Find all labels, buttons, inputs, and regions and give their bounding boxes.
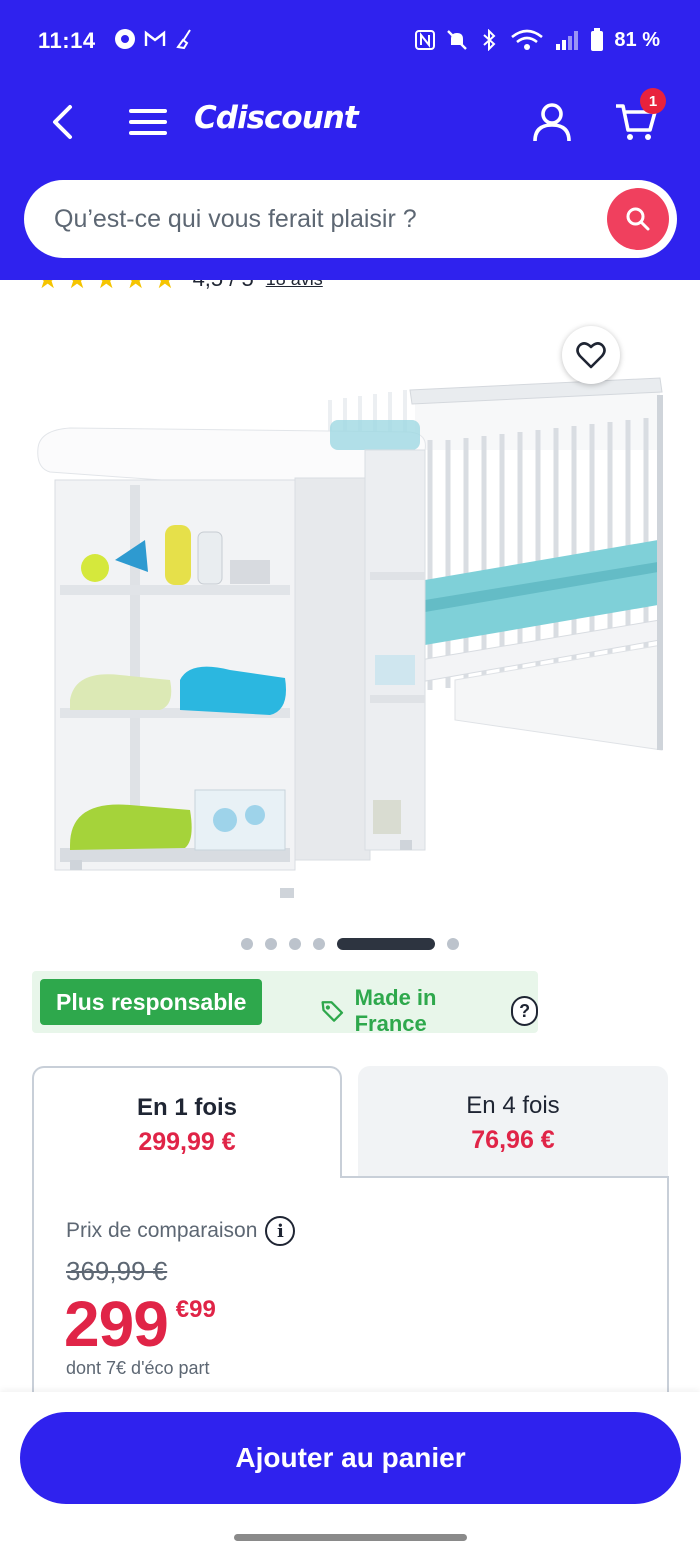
pagination-dot[interactable] [447,938,459,950]
user-icon [533,103,571,142]
tab-pay-once-label: En 1 fois [136,1094,238,1121]
comparison-price-label: Prix de comparaison i [66,1216,296,1246]
bottom-action-bar: Ajouter au panier [0,1392,700,1556]
nav-bar: Cdiscount 1 [0,88,700,160]
add-to-cart-button[interactable]: Ajouter au panier [20,1412,681,1504]
mute-icon [447,30,468,50]
chevron-left-icon [53,105,72,139]
gmail-icon [144,30,166,46]
made-in-france-text: Made in France [354,985,437,1036]
pagination-dot[interactable] [265,938,277,950]
battery-icon [591,28,604,51]
pagination-dot[interactable] [241,938,253,950]
made-in-france-label: Made in France ? [320,985,538,1037]
tab-pay-4x-price: 76,96 € [471,1126,555,1154]
price-integer: 299 [64,1288,169,1360]
cart-count-badge: 1 [640,88,666,114]
info-icon[interactable]: i [265,1216,296,1246]
heart-icon [576,342,606,369]
eco-participation: dont 7€ d'éco part [66,1358,210,1378]
favorite-button[interactable] [562,326,620,384]
current-price: 299 €99 [64,1288,216,1360]
search-bar [24,180,677,258]
app-header: 11:14 81 % Cdiscount 1 Qu’est-ce qui vou… [0,0,700,280]
account-button[interactable] [528,98,576,146]
nfc-icon [415,30,436,50]
home-indicator[interactable] [234,1534,467,1541]
tag-icon [321,1001,344,1022]
battery-level: 81 % [614,28,660,51]
tab-pay-once-price: 299,99 € [138,1128,236,1156]
price-panel: Prix de comparaison i 369,99 € 299 €99 d… [32,1176,669,1406]
tab-pay-4x-label: En 4 fois [466,1092,560,1119]
help-icon[interactable]: ? [511,996,538,1026]
product-image[interactable] [30,300,680,920]
menu-button[interactable] [124,98,172,146]
comparison-label-text: Prix de comparaison [66,1219,258,1242]
search-icon [626,207,650,231]
pagination-dot[interactable] [289,938,301,950]
status-bar: 11:14 81 % [0,0,700,82]
clock: 11:14 [38,28,96,53]
gallery-pagination [0,936,700,952]
tab-pay-once[interactable]: En 1 fois 299,99 € [32,1066,342,1178]
circle-app-icon [115,29,135,49]
signal-icon [556,31,579,50]
page: ★ ★ ★ ★ ★ 4,5 / 5 18 avis [0,0,700,1556]
hamburger-icon [129,109,167,135]
pagination-dot-active[interactable] [337,938,435,950]
eco-responsible-badge[interactable]: Plus responsable [40,979,263,1025]
pagination-dot[interactable] [313,938,325,950]
wifi-icon [511,29,544,50]
back-button[interactable] [38,98,86,146]
search-input[interactable] [54,199,614,239]
product-badges: Plus responsable Made in France ? [32,971,538,1036]
search-button[interactable] [607,188,669,250]
cart-button[interactable]: 1 [612,88,666,146]
old-price: 369,99 € [66,1256,168,1286]
bluetooth-icon [483,29,496,51]
price-decimals: €99 [175,1296,216,1323]
tab-pay-4x[interactable]: En 4 fois 76,96 € [358,1066,668,1178]
cdiscount-logo[interactable]: Cdiscount [194,100,359,136]
broom-icon [176,29,191,50]
